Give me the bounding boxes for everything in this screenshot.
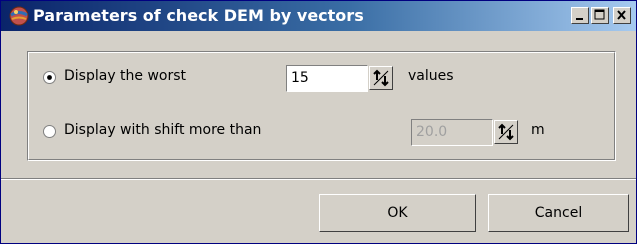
display-worst-label: Display the worst [64, 68, 187, 84]
spin-arrows-icon [373, 69, 389, 87]
worst-unit-label: values [408, 68, 454, 84]
spin-arrows-icon [498, 123, 514, 141]
ok-button[interactable]: OK [319, 194, 476, 232]
shift-value-spin-button[interactable] [494, 120, 518, 144]
worst-count-input[interactable]: 15 [286, 65, 368, 92]
shift-unit-label: m [531, 122, 545, 138]
shift-value-input[interactable]: 20.0 [411, 119, 493, 146]
close-icon [617, 10, 626, 20]
radio-display-shift[interactable] [43, 125, 56, 138]
window-title: Parameters of check DEM by vectors [33, 6, 364, 25]
separator [1, 178, 636, 180]
dialog-window: Parameters of check DEM by vectors Displ [0, 0, 637, 244]
cancel-button[interactable]: Cancel [488, 194, 629, 232]
minimize-button[interactable] [571, 7, 589, 24]
close-button[interactable] [613, 7, 631, 24]
maximize-icon [594, 9, 605, 20]
radio-display-worst[interactable] [43, 71, 56, 84]
title-bar[interactable]: Parameters of check DEM by vectors [1, 1, 636, 31]
globe-icon [9, 6, 29, 26]
minimize-icon [576, 18, 583, 20]
worst-count-spin-button[interactable] [369, 66, 393, 90]
display-shift-label: Display with shift more than [64, 122, 262, 138]
maximize-button[interactable] [591, 7, 609, 24]
